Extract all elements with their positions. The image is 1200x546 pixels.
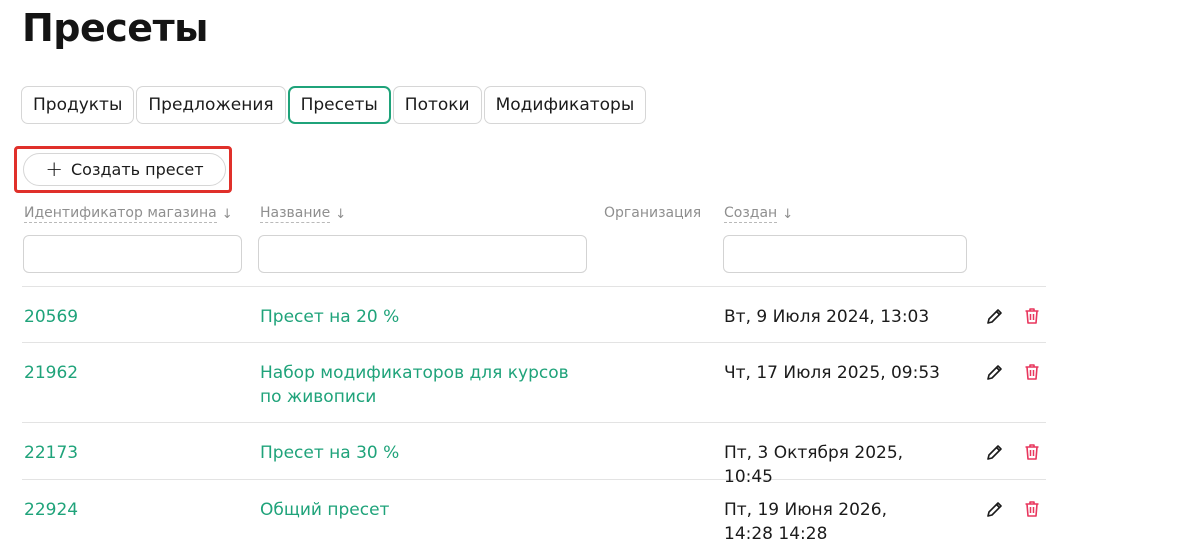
edit-icon[interactable] — [985, 362, 1005, 382]
edit-icon[interactable] — [985, 442, 1005, 462]
created-date: Вт, 9 Июля 2024, 13:03 — [724, 307, 930, 327]
column-header-label: Название — [260, 205, 331, 223]
created-date: Пт, 3 Октября 2025, 10:45 — [724, 443, 904, 487]
row-divider — [22, 286, 1046, 287]
tab-offers[interactable]: Предложения — [136, 86, 286, 124]
store-id-link[interactable]: 22924 — [24, 498, 78, 522]
trash-icon[interactable] — [1022, 306, 1042, 326]
edit-icon[interactable] — [985, 499, 1005, 519]
trash-icon[interactable] — [1022, 499, 1042, 519]
trash-icon[interactable] — [1022, 362, 1042, 382]
store-id-filter-input[interactable] — [23, 235, 242, 273]
column-header-label: Организация — [604, 205, 702, 221]
row-divider — [22, 422, 1046, 423]
store-id-link[interactable]: 21962 — [24, 361, 78, 385]
name-filter-input[interactable] — [258, 235, 587, 273]
create-preset-button[interactable]: + Создать пресет — [23, 153, 226, 186]
preset-name-link[interactable]: Пресет на 30 % — [260, 441, 590, 465]
edit-icon[interactable] — [985, 306, 1005, 326]
tab-presets[interactable]: Пресеты — [287, 86, 391, 124]
store-id-link[interactable]: 20569 — [24, 305, 78, 329]
preset-name-link[interactable]: Пресет на 20 % — [260, 305, 590, 329]
tab-streams[interactable]: Потоки — [392, 86, 482, 124]
created-filter-input[interactable] — [723, 235, 967, 273]
plus-icon: + — [45, 157, 63, 181]
column-header-label: Идентификатор магазина — [24, 205, 217, 223]
column-header-label: Создан — [724, 205, 778, 223]
tab-bar: Продукты Предложения Пресеты Потоки Моди… — [21, 86, 648, 124]
sort-arrow-icon: ↓ — [782, 206, 794, 222]
page-title: Пресеты — [22, 6, 208, 50]
sort-arrow-icon: ↓ — [221, 206, 233, 222]
tab-products[interactable]: Продукты — [21, 86, 135, 124]
preset-name-link[interactable]: Набор модификаторов для курсов по живопи… — [260, 361, 585, 409]
row-divider — [22, 342, 1046, 343]
column-header-organization: Организация — [604, 205, 701, 222]
create-preset-label: Создать пресет — [71, 160, 204, 179]
tab-modifiers[interactable]: Модификаторы — [483, 86, 647, 124]
preset-name-link[interactable]: Общий пресет — [260, 498, 590, 522]
column-header-name[interactable]: Название ↓ — [260, 205, 346, 223]
column-header-created[interactable]: Создан ↓ — [724, 205, 793, 223]
created-date: Пт, 19 Июня 2026, 14:28 14:28 — [724, 500, 887, 544]
column-header-store-id[interactable]: Идентификатор магазина ↓ — [24, 205, 233, 223]
created-date: Чт, 17 Июля 2025, 09:53 — [724, 363, 940, 383]
store-id-link[interactable]: 22173 — [24, 441, 78, 465]
sort-arrow-icon: ↓ — [335, 206, 347, 222]
trash-icon[interactable] — [1022, 442, 1042, 462]
